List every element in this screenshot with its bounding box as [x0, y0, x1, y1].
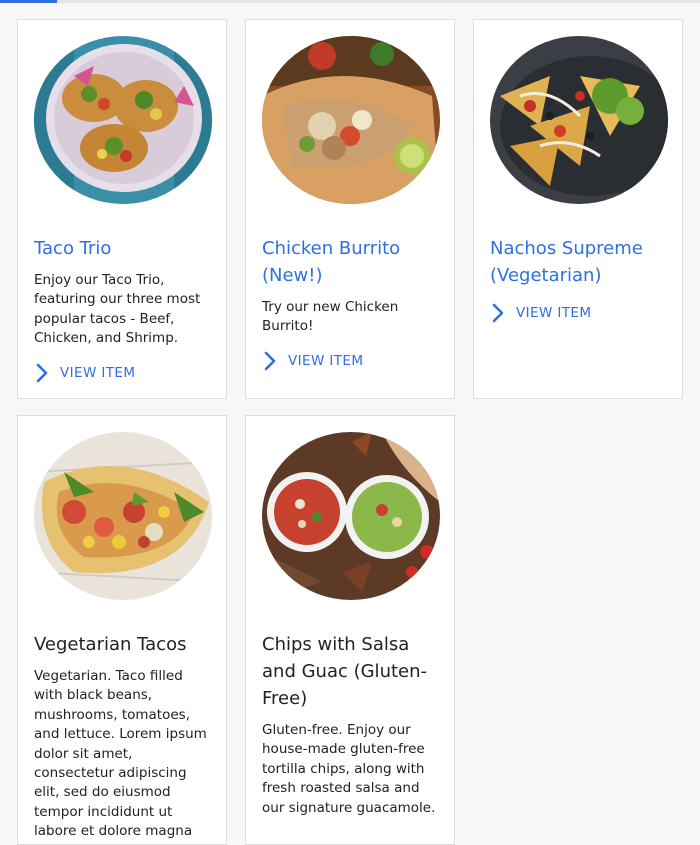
view-item-label: VIEW ITEM	[516, 305, 592, 321]
menu-card-nachos-supreme: Nachos Supreme (Vegetarian) VIEW ITEM	[473, 19, 683, 399]
menu-item-title[interactable]: Nachos Supreme (Vegetarian)	[490, 235, 668, 289]
chevron-right-icon	[262, 351, 278, 371]
menu-card-vegetarian-tacos: Vegetarian Tacos Vegetarian. Taco filled…	[17, 415, 227, 845]
nachos-supreme-image[interactable]	[490, 36, 668, 204]
card-body: Nachos Supreme (Vegetarian) VIEW ITEM	[490, 235, 668, 324]
vegetarian-tacos-photo	[34, 432, 212, 600]
vegetarian-tacos-image	[34, 432, 212, 600]
top-progress-accent	[0, 0, 57, 3]
card-body: Taco Trio Enjoy our Taco Trio, featuring…	[34, 235, 212, 384]
nachos-supreme-photo	[490, 36, 668, 204]
card-body: Vegetarian Tacos Vegetarian. Taco filled…	[34, 631, 212, 844]
menu-item-description: Try our new Chicken Burrito!	[262, 299, 399, 335]
view-item-link[interactable]: VIEW ITEM	[490, 302, 668, 324]
view-item-label: VIEW ITEM	[60, 364, 136, 381]
taco-trio-image[interactable]	[34, 36, 212, 204]
card-body: Chips with Salsa and Guac (Gluten-Free) …	[262, 631, 440, 818]
taco-trio-photo	[34, 36, 212, 204]
chevron-right-icon	[34, 363, 50, 383]
menu-card-chips-salsa-guac: Chips with Salsa and Guac (Gluten-Free) …	[245, 415, 455, 845]
chips-salsa-guac-image	[262, 432, 440, 600]
menu-item-title: Vegetarian Tacos	[34, 634, 187, 655]
chevron-right-icon	[490, 303, 506, 323]
card-body: Chicken Burrito (New!) Try our new Chick…	[262, 235, 440, 372]
chicken-burrito-photo	[262, 36, 440, 204]
menu-item-title: Chips with Salsa and Guac (Gluten-Free)	[262, 634, 428, 709]
chicken-burrito-image[interactable]	[262, 36, 440, 204]
menu-item-description: Vegetarian. Taco filled with black beans…	[34, 668, 207, 844]
chips-salsa-guac-photo	[262, 432, 440, 600]
view-item-link[interactable]: VIEW ITEM	[262, 350, 440, 372]
menu-item-title[interactable]: Chicken Burrito (New!)	[262, 235, 440, 289]
menu-card-chicken-burrito: Chicken Burrito (New!) Try our new Chick…	[245, 19, 455, 399]
menu-item-description: Gluten-free. Enjoy our house-made gluten…	[262, 722, 436, 816]
view-item-label: VIEW ITEM	[288, 352, 364, 369]
top-progress-bar	[0, 0, 700, 3]
view-item-link[interactable]: VIEW ITEM	[34, 362, 212, 384]
menu-item-title[interactable]: Taco Trio	[34, 235, 212, 262]
menu-card-taco-trio: Taco Trio Enjoy our Taco Trio, featuring…	[17, 19, 227, 399]
menu-item-description: Enjoy our Taco Trio, featuring our three…	[34, 272, 201, 347]
